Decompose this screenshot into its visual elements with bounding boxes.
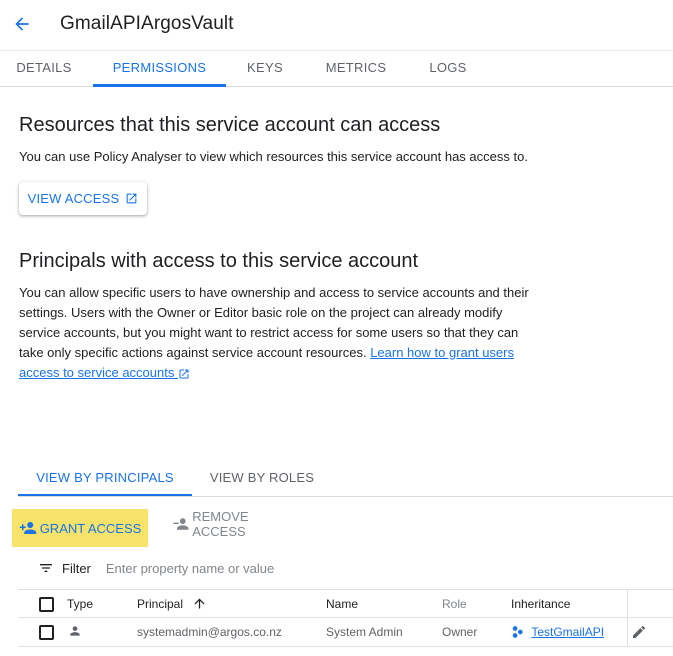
tab-keys[interactable]: KEYS: [236, 51, 294, 87]
person-remove-icon: [173, 518, 189, 530]
filter-input[interactable]: [105, 560, 356, 576]
main-tabs: DETAILS PERMISSIONS KEYS METRICS LOGS: [0, 50, 673, 87]
type-cell: [68, 624, 82, 640]
open-in-new-icon: [179, 369, 189, 379]
remove-access-label: REMOVE ACCESS: [192, 509, 249, 539]
tab-permissions[interactable]: PERMISSIONS: [93, 51, 226, 87]
inheritance-cell: TestGmailAPI: [511, 618, 604, 646]
resources-heading: Resources that this service account can …: [19, 114, 441, 136]
column-header-principal[interactable]: Principal: [137, 590, 207, 618]
table-row: systemadmin@argos.co.nz System Admin Own…: [18, 618, 673, 647]
principals-table: Type Principal Name Role Inheritance sys…: [18, 589, 673, 647]
page-title: GmailAPIArgosVault: [60, 13, 234, 34]
grant-access-button[interactable]: GRANT ACCESS: [12, 509, 148, 547]
grant-access-label: GRANT ACCESS: [39, 520, 142, 536]
column-header-role: Role: [442, 597, 467, 611]
principal-cell: systemadmin@argos.co.nz: [137, 625, 282, 639]
column-header-type[interactable]: Type: [67, 590, 93, 618]
inheritance-link[interactable]: TestGmailAPI: [531, 625, 604, 639]
remove-access-button[interactable]: REMOVE ACCESS: [168, 509, 300, 539]
back-button[interactable]: [10, 12, 34, 36]
table-header: Type Principal Name Role Inheritance: [18, 589, 673, 618]
principals-description-block: You can allow specific users to have own…: [19, 283, 539, 383]
resources-description: You can use Policy Analyser to view whic…: [19, 149, 528, 164]
open-in-new-icon: [127, 193, 137, 204]
actions-column-header: [627, 590, 673, 617]
select-all-checkbox[interactable]: [39, 597, 54, 612]
view-tabs: VIEW BY PRINCIPALS VIEW BY ROLES: [18, 460, 673, 497]
column-header-principal-label: Principal: [137, 597, 184, 611]
tab-view-by-roles[interactable]: VIEW BY ROLES: [198, 460, 326, 496]
edit-icon[interactable]: [631, 624, 647, 640]
role-cell: Owner: [442, 625, 478, 639]
principals-heading: Principals with access to this service a…: [19, 250, 419, 272]
filter-bar: Filter: [38, 558, 356, 578]
header-bar: GmailAPIArgosVault: [0, 0, 673, 50]
person-add-icon: [19, 522, 36, 534]
tab-logs[interactable]: LOGS: [418, 51, 478, 87]
filter-label: Filter: [62, 560, 91, 576]
tab-view-by-principals[interactable]: VIEW BY PRINCIPALS: [18, 460, 192, 496]
person-icon: [70, 626, 80, 636]
view-access-label: VIEW ACCESS: [27, 191, 120, 206]
view-access-button[interactable]: VIEW ACCESS: [19, 182, 147, 215]
column-header-inheritance[interactable]: Inheritance: [511, 590, 570, 618]
tab-details[interactable]: DETAILS: [0, 51, 88, 87]
column-header-name[interactable]: Name: [326, 590, 358, 618]
arrow-back-icon: [15, 17, 29, 31]
tab-metrics[interactable]: METRICS: [314, 51, 398, 87]
row-checkbox[interactable]: [39, 625, 54, 640]
project-icon: [512, 625, 523, 638]
arrow-upward-icon: [194, 598, 205, 609]
row-actions: [627, 618, 673, 646]
filter-list-icon[interactable]: [38, 560, 54, 576]
name-cell: System Admin: [326, 625, 403, 639]
